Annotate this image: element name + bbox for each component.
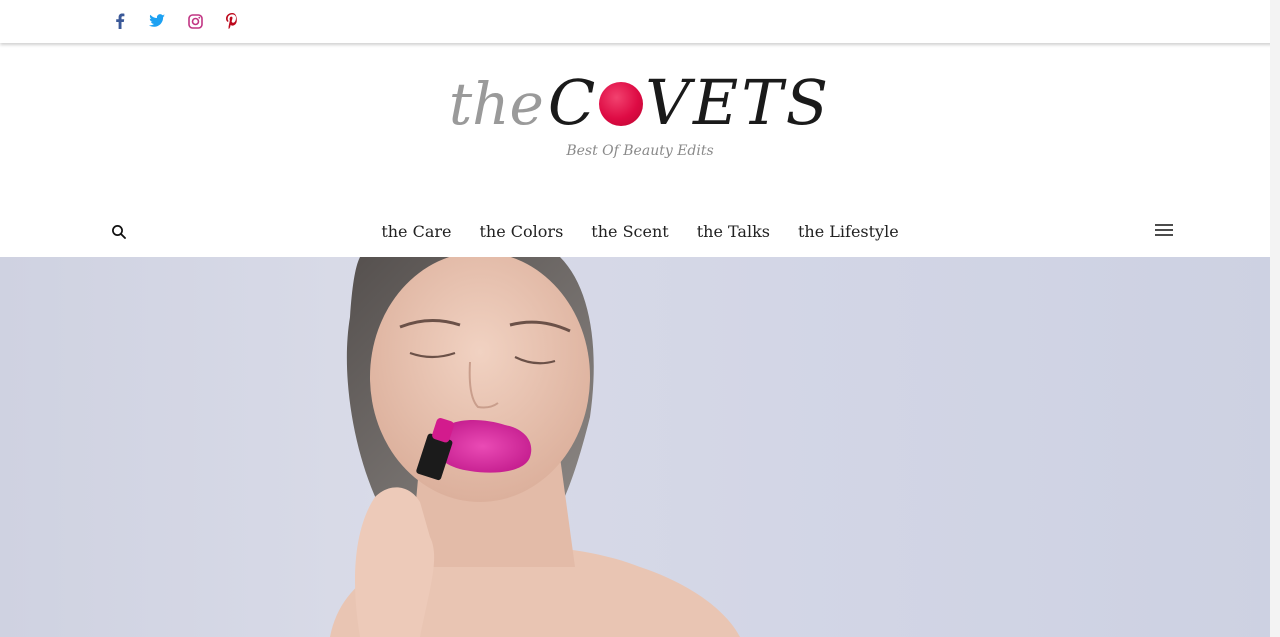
lipstick-dot-icon xyxy=(599,82,644,126)
woman-applying-lipstick-illustration xyxy=(330,257,740,637)
nav-item-scent[interactable]: the Scent xyxy=(577,220,682,244)
nav-item-colors[interactable]: the Colors xyxy=(466,220,578,244)
twitter-icon[interactable] xyxy=(148,11,166,31)
facebook-icon[interactable] xyxy=(111,11,129,31)
hamburger-menu-icon[interactable] xyxy=(1154,222,1174,238)
scrollbar[interactable] xyxy=(1270,0,1280,637)
site-tagline: Best Of Beauty Edits xyxy=(566,143,714,159)
nav-item-lifestyle[interactable]: the Lifestyle xyxy=(784,220,913,244)
top-social-bar xyxy=(0,0,1280,43)
nav-item-care[interactable]: the Care xyxy=(367,220,465,244)
nav-menu: the Care the Colors the Scent the Talks … xyxy=(0,220,1280,244)
instagram-icon[interactable] xyxy=(186,11,204,31)
hero-image[interactable] xyxy=(0,257,1280,637)
main-navigation: the Care the Colors the Scent the Talks … xyxy=(0,212,1280,252)
nav-item-talks[interactable]: the Talks xyxy=(683,220,784,244)
pinterest-icon[interactable] xyxy=(223,11,241,31)
logo-prefix: the xyxy=(448,69,544,138)
logo-first-letter: C xyxy=(547,65,598,139)
logo-rest: VETS xyxy=(645,65,832,139)
site-logo[interactable]: the C VETS xyxy=(0,62,1280,142)
